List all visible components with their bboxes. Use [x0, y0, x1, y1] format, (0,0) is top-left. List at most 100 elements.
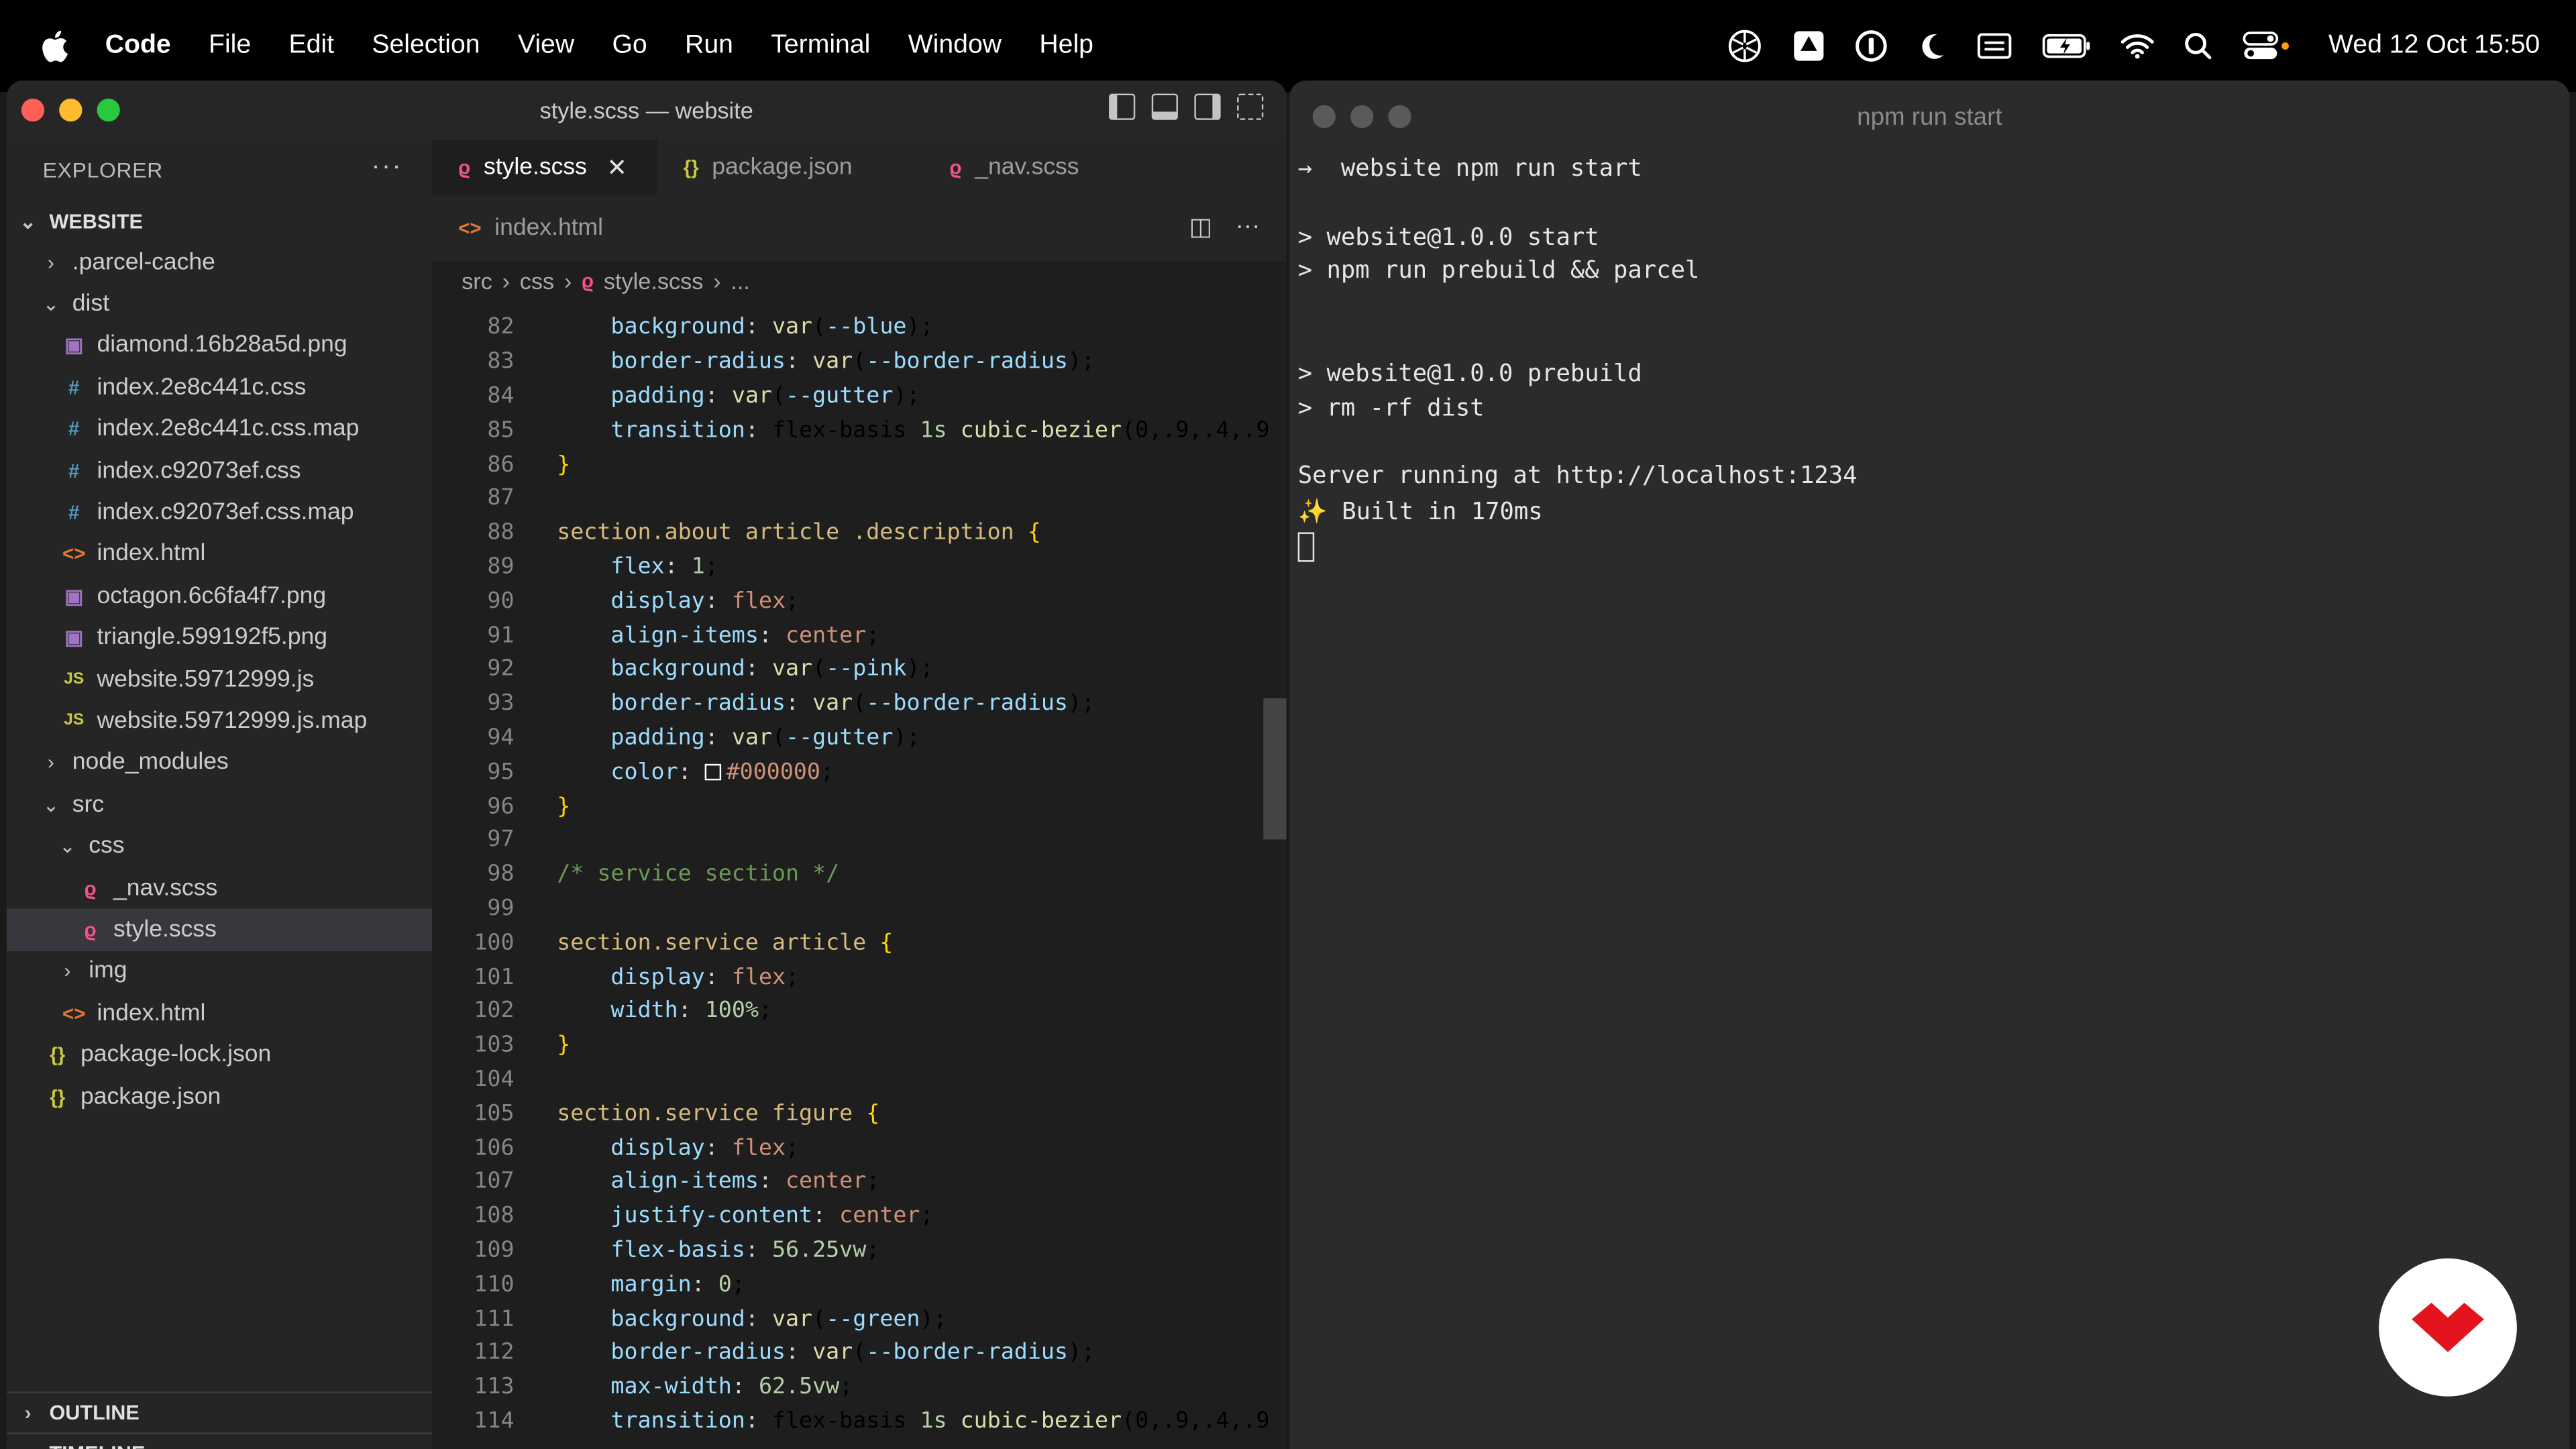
tree-file[interactable]: # index.2e8c441c.css	[7, 367, 432, 409]
code-line[interactable]: 86}	[432, 447, 1286, 482]
code-line[interactable]: 112 border-radius: var(--border-radius);	[432, 1336, 1286, 1370]
moon-icon[interactable]	[1918, 32, 1947, 61]
code-line[interactable]: 91 align-items: center;	[432, 618, 1286, 652]
password-manager-icon[interactable]	[1856, 30, 1888, 62]
tab-nav-scss[interactable]: ϱ _nav.scss	[923, 140, 1153, 195]
code-line[interactable]: 95 color: #000000;	[432, 755, 1286, 789]
code-line[interactable]: 97	[432, 823, 1286, 857]
toggle-secondary-sidebar-icon[interactable]	[1194, 93, 1221, 120]
code-line[interactable]: 82 background: var(--blue);	[432, 311, 1286, 345]
tree-file[interactable]: ▣ octagon.6c6fa4f7.png	[7, 575, 432, 616]
editor-scrollbar[interactable]	[1263, 698, 1287, 840]
code-line[interactable]: 105 section.service figure {	[432, 1096, 1286, 1130]
zoom-window-button[interactable]	[97, 98, 120, 122]
control-center-icon[interactable]	[2243, 32, 2292, 61]
code-line[interactable]: 107 align-items: center;	[432, 1165, 1286, 1199]
code-line[interactable]: 111 background: var(--green);	[432, 1301, 1286, 1336]
breadcrumb-item[interactable]: style.scss	[604, 268, 704, 294]
tree-file[interactable]: {} package-lock.json	[7, 1034, 432, 1075]
code-line[interactable]: 104	[432, 1062, 1286, 1096]
code-line[interactable]: 102 width: 100%;	[432, 994, 1286, 1028]
code-line[interactable]: 108 justify-content: center;	[432, 1199, 1286, 1233]
tree-folder[interactable]: ⌄ src	[7, 784, 432, 825]
tab-style-scss[interactable]: ϱ style.scss ✕	[432, 140, 657, 196]
tree-file[interactable]: ▣ diamond.16b28a5d.png	[7, 325, 432, 366]
tree-file[interactable]: <> index.html	[7, 992, 432, 1034]
breadcrumb-item[interactable]: ...	[731, 268, 750, 294]
code-line[interactable]: 88 section.about article .description {	[432, 515, 1286, 549]
apple-icon[interactable]	[40, 30, 72, 62]
tree-file[interactable]: ▣ triangle.599192f5.png	[7, 617, 432, 659]
tree-folder[interactable]: › img	[7, 951, 432, 992]
tree-folder[interactable]: ⌄ css	[7, 826, 432, 867]
menu-edit[interactable]: Edit	[288, 32, 334, 61]
code-line[interactable]: 83 border-radius: var(--border-radius);	[432, 345, 1286, 379]
search-icon[interactable]	[2184, 32, 2214, 61]
tree-file[interactable]: ϱ style.scss	[6, 908, 433, 951]
zoom-window-button[interactable]	[1388, 105, 1411, 129]
menu-file[interactable]: File	[209, 32, 251, 61]
tree-file[interactable]: JS website.59712999.js.map	[7, 700, 432, 742]
code-editor[interactable]: 82 background: var(--blue); 83 border-rad…	[432, 311, 1286, 1449]
keyboard-icon[interactable]	[1977, 32, 2013, 61]
menu-view[interactable]: View	[518, 32, 574, 61]
menu-window[interactable]: Window	[908, 32, 1002, 61]
code-line[interactable]: 103}	[432, 1028, 1286, 1062]
terminal-output[interactable]: → website npm run start > website@1.0.0 s…	[1289, 153, 2569, 566]
menu-selection[interactable]: Selection	[372, 32, 480, 61]
battery-icon[interactable]	[2043, 33, 2092, 59]
code-line[interactable]: 92 background: var(--pink);	[432, 652, 1286, 686]
tree-file[interactable]: JS website.59712999.js	[7, 659, 432, 700]
toggle-sidebar-icon[interactable]	[1109, 93, 1136, 120]
code-line[interactable]: 85 transition: flex-basis 1s cubic-bezie…	[432, 413, 1286, 447]
editor-more-icon[interactable]: ···	[1236, 212, 1260, 241]
tree-file[interactable]: # index.c92073ef.css	[7, 450, 432, 492]
code-line[interactable]: 87	[432, 482, 1286, 516]
close-tab-icon[interactable]: ✕	[606, 153, 627, 182]
minimize-window-button[interactable]	[59, 98, 83, 122]
menu-help[interactable]: Help	[1039, 32, 1093, 61]
tree-file[interactable]: # index.2e8c441c.css.map	[7, 409, 432, 450]
menubar-clock[interactable]: Wed 12 Oct 15:50	[2328, 32, 2540, 61]
tree-file[interactable]: # index.c92073ef.css.map	[7, 492, 432, 533]
breadcrumb-item[interactable]: src	[462, 268, 492, 294]
tab-index-html[interactable]: <> index.html	[432, 195, 662, 261]
menu-terminal[interactable]: Terminal	[771, 32, 870, 61]
code-line[interactable]: 98 /* service section */	[432, 857, 1286, 892]
tree-folder[interactable]: › .parcel-cache	[7, 241, 432, 283]
drive-icon[interactable]	[1793, 30, 1826, 62]
tree-folder[interactable]: ⌄ dist	[7, 283, 432, 325]
tree-file[interactable]: {} package.json	[7, 1076, 432, 1118]
code-line[interactable]: 99	[432, 892, 1286, 926]
code-line[interactable]: 106 display: flex;	[432, 1130, 1286, 1165]
split-editor-icon[interactable]: ◫	[1189, 212, 1213, 241]
code-line[interactable]: 114 transition: flex-basis 1s cubic-bezi…	[432, 1404, 1286, 1438]
breadcrumb-item[interactable]: css	[520, 268, 554, 294]
menu-app-name[interactable]: Code	[105, 32, 171, 61]
customize-layout-icon[interactable]	[1237, 93, 1264, 120]
tree-folder[interactable]: › node_modules	[7, 742, 432, 784]
code-line[interactable]: 101 display: flex;	[432, 960, 1286, 994]
aperture-icon[interactable]	[1727, 28, 1764, 64]
code-line[interactable]: 100 section.service article {	[432, 926, 1286, 960]
toggle-panel-icon[interactable]	[1151, 93, 1178, 120]
tree-file[interactable]: <> index.html	[7, 533, 432, 575]
code-line[interactable]: 89 flex: 1;	[432, 549, 1286, 584]
timeline-section[interactable]: › TIMELINE	[6, 1432, 433, 1449]
minimize-window-button[interactable]	[1350, 105, 1374, 129]
workspace-section[interactable]: ⌄ WEBSITE	[7, 202, 432, 241]
wifi-icon[interactable]	[2121, 33, 2155, 59]
code-line[interactable]: 96}	[432, 789, 1286, 823]
tree-file[interactable]: ϱ _nav.scss	[7, 867, 432, 909]
close-window-button[interactable]	[1312, 105, 1336, 129]
code-line[interactable]: 84 padding: var(--gutter);	[432, 379, 1286, 413]
code-line[interactable]: 113 max-width: 62.5vw;	[432, 1370, 1286, 1404]
menu-go[interactable]: Go	[612, 32, 647, 61]
outline-section[interactable]: › OUTLINE	[6, 1391, 433, 1432]
code-line[interactable]: 109 flex-basis: 56.25vw;	[432, 1233, 1286, 1267]
tab-package-json[interactable]: {} package.json	[657, 140, 924, 195]
close-window-button[interactable]	[21, 98, 45, 122]
code-line[interactable]: 90 display: flex;	[432, 584, 1286, 618]
explorer-more-icon[interactable]: ···	[372, 153, 402, 182]
code-line[interactable]: 110 margin: 0;	[432, 1267, 1286, 1301]
